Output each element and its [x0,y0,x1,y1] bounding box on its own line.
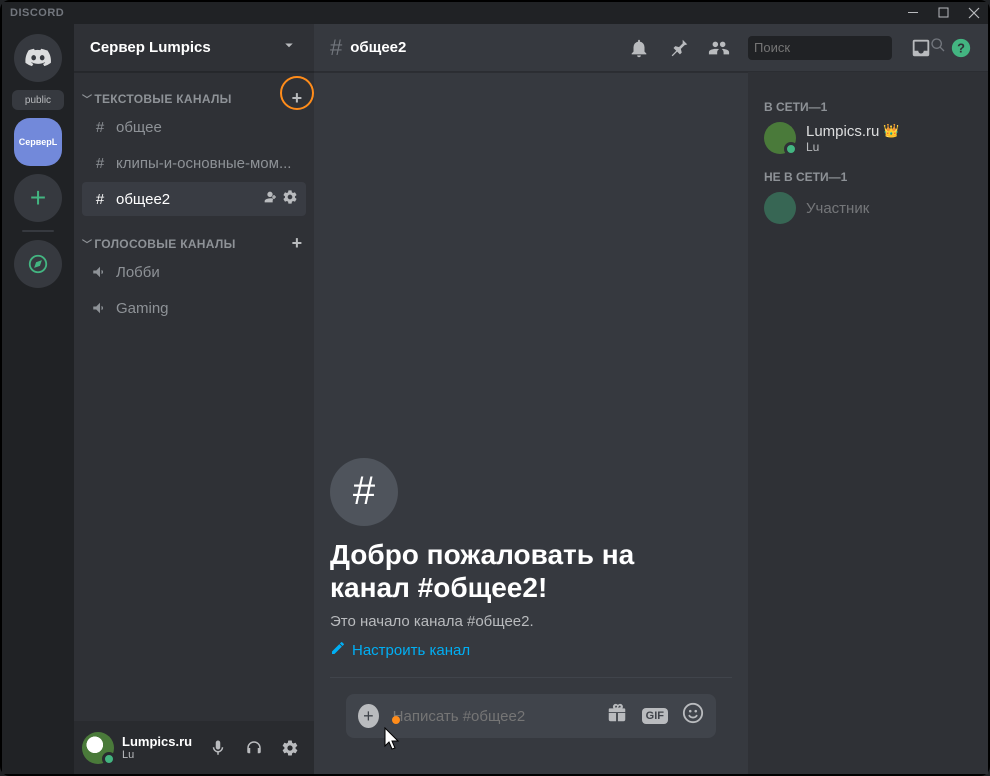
help-button[interactable]: ? [950,37,972,59]
guild-folder-public[interactable]: public [12,90,64,110]
chevron-down-icon: ﹀ [82,236,92,251]
hash-icon: # [330,458,398,526]
channel-sidebar: Сервер Lumpics ﹀ ТЕКСТОВЫЕ КАНАЛЫ + # об… [74,24,314,774]
members-group-online: В СЕТИ—1 [756,88,980,118]
members-toggle-button[interactable] [708,37,730,59]
explore-servers-button[interactable] [14,240,62,288]
app-brand: DISCORD [10,7,64,19]
member-row[interactable]: Участник [756,188,980,228]
user-panel: Lumpics.ru Lu [74,721,314,774]
voice-channel[interactable]: Gaming [82,291,306,325]
add-voice-channel-button[interactable]: + [288,233,306,254]
window-close-button[interactable] [968,2,980,24]
divider [330,677,732,678]
notifications-button[interactable] [628,37,650,59]
member-name: Участник [806,200,869,217]
messages-pane: # Добро пожаловать на канал #общее2! Это… [314,72,748,774]
inbox-button[interactable] [910,37,932,59]
server-header[interactable]: Сервер Lumpics [74,24,314,72]
add-text-channel-button[interactable]: + [288,88,306,109]
gif-button[interactable]: GIF [642,708,668,724]
window-titlebar: DISCORD [2,2,988,24]
window-maximize-button[interactable] [938,2,950,24]
window-minimize-button[interactable] [908,2,920,24]
chat-header: # общее2 ? [314,24,988,72]
member-activity: Lu [806,140,900,154]
voice-channel[interactable]: Лобби [82,255,306,289]
member-row[interactable]: Lumpics.ru 👑 Lu [756,118,980,158]
text-channel[interactable]: # клипы-и-основные-мом... [82,146,306,180]
hash-icon: # [90,155,110,172]
category-label: ГОЛОСОВЫЕ КАНАЛЫ [94,237,288,251]
channel-name: Лобби [116,264,298,281]
members-group-offline: НЕ В СЕТИ—1 [756,158,980,188]
speaker-icon [90,299,110,317]
server-name: Сервер Lumpics [90,39,280,56]
guild-divider [22,230,54,232]
channel-name: общее [116,119,298,136]
channel-welcome: # Добро пожаловать на канал #общее2! Это… [330,458,732,661]
annotation-dot [392,716,400,724]
current-user-name: Lumpics.ru [122,734,202,749]
invite-icon[interactable] [262,189,278,209]
avatar [764,122,796,154]
deafen-button[interactable] [238,732,270,764]
category-voice-channels[interactable]: ﹀ ГОЛОСОВЫЕ КАНАЛЫ + [74,217,314,254]
add-server-button[interactable]: + [14,174,62,222]
attach-button[interactable]: + [358,704,379,728]
status-online-icon [784,142,798,156]
status-online-icon [102,752,116,766]
member-name: Lumpics.ru 👑 [806,123,900,140]
pin-button[interactable] [668,37,690,59]
pencil-icon [330,640,346,660]
guild-server-lumpics[interactable]: СерверL [14,118,62,166]
welcome-subtitle: Это начало канала #общее2. [330,613,732,630]
channel-name: клипы-и-основные-мом... [116,155,298,172]
text-channel-active[interactable]: # общее2 [82,182,306,216]
guilds-bar: public СерверL + [2,24,74,774]
avatar [764,192,796,224]
category-label: ТЕКСТОВЫЕ КАНАЛЫ [94,92,288,106]
mute-button[interactable] [202,732,234,764]
edit-channel-link[interactable]: Настроить канал [330,640,470,660]
edit-channel-label: Настроить канал [352,642,470,659]
current-user-status: Lu [122,749,202,761]
search-box[interactable] [748,36,892,60]
speaker-icon [90,263,110,281]
hash-icon: # [90,119,110,136]
crown-icon: 👑 [883,123,899,139]
user-settings-button[interactable] [274,732,306,764]
text-channel[interactable]: # общее [82,110,306,144]
emoji-button[interactable] [682,702,704,730]
category-text-channels[interactable]: ﹀ ТЕКСТОВЫЕ КАНАЛЫ + [74,72,314,109]
gift-button[interactable] [606,702,628,730]
svg-text:?: ? [957,40,965,55]
search-input[interactable] [754,40,930,55]
chat-channel-title: общее2 [350,39,628,56]
chevron-down-icon: ﹀ [82,91,92,106]
chat-area: # общее2 ? # Добро пожалова [314,24,988,774]
members-panel: В СЕТИ—1 Lumpics.ru 👑 Lu НЕ В СЕТИ—1 Уча… [748,72,988,774]
gear-icon[interactable] [282,189,298,209]
message-composer[interactable]: + GIF [346,694,716,738]
welcome-title: Добро пожаловать на канал #общее2! [330,538,732,605]
channel-name: Gaming [116,300,298,317]
search-icon [930,37,946,58]
hash-icon: # [90,191,110,208]
chevron-down-icon [280,36,298,59]
channel-name: общее2 [116,191,262,208]
home-button[interactable] [14,34,62,82]
hash-icon: # [330,35,342,61]
message-input[interactable] [393,708,592,725]
